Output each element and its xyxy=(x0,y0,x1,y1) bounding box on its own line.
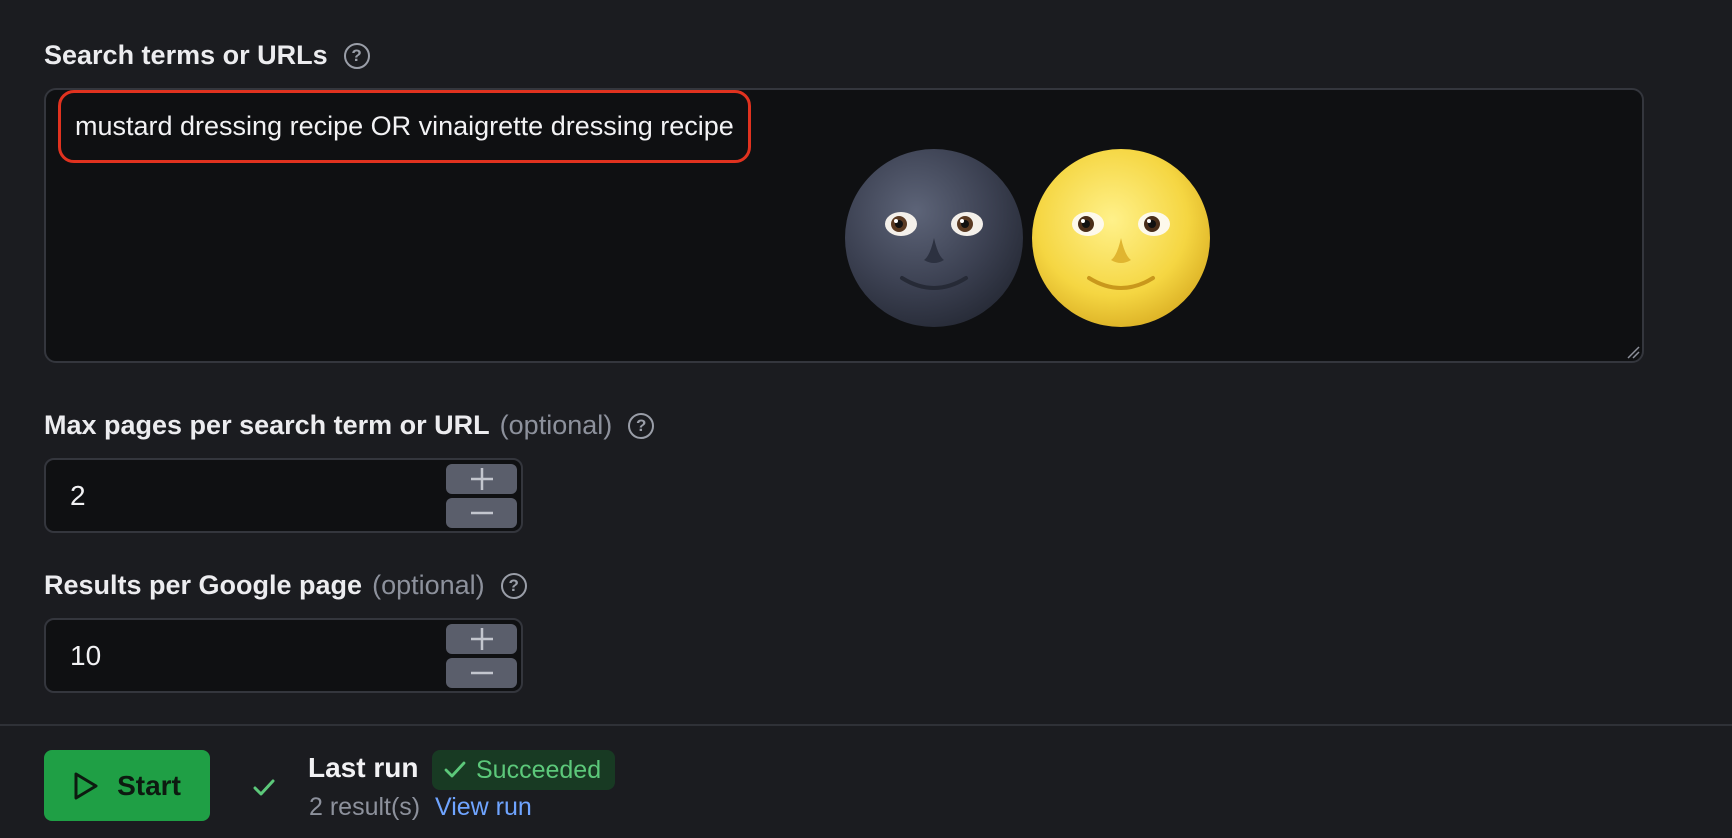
results-per-page-stepper[interactable]: 10 xyxy=(44,618,523,693)
footer-divider xyxy=(0,724,1732,726)
increment-button[interactable] xyxy=(446,624,517,654)
decrement-button[interactable] xyxy=(446,498,517,528)
minus-icon xyxy=(470,511,493,515)
results-count: 2 result(s) xyxy=(309,793,421,821)
optional-tag: (optional) xyxy=(499,410,613,440)
check-icon xyxy=(444,761,466,778)
max-pages-stepper[interactable]: 2 xyxy=(44,458,523,533)
results-per-page-value[interactable]: 10 xyxy=(70,620,101,691)
query-highlight-annotation: mustard dressing recipe OR vinaigrette d… xyxy=(58,90,751,163)
optional-tag: (optional) xyxy=(372,570,485,600)
help-icon[interactable]: ? xyxy=(500,572,527,599)
resize-handle-icon[interactable] xyxy=(1626,345,1640,359)
checkmark-icon xyxy=(253,779,275,796)
start-button[interactable]: Start xyxy=(44,750,210,821)
decrement-button[interactable] xyxy=(446,658,517,688)
max-pages-label: Max pages per search term or URL (option… xyxy=(44,410,655,441)
plus-icon xyxy=(470,468,493,490)
last-run-title: Last run xyxy=(308,752,419,783)
results-per-page-label-text: Results per Google page xyxy=(44,570,363,600)
results-per-page-label: Results per Google page (optional) ? xyxy=(44,570,527,601)
search-terms-value: mustard dressing recipe OR vinaigrette d… xyxy=(75,111,734,141)
search-terms-label-text: Search terms or URLs xyxy=(44,40,328,70)
status-text: Succeeded xyxy=(476,755,602,784)
play-icon xyxy=(74,772,98,799)
search-terms-label: Search terms or URLs ? xyxy=(44,40,370,71)
max-pages-label-text: Max pages per search term or URL xyxy=(44,410,490,440)
minus-icon xyxy=(470,671,493,675)
status-badge: Succeeded xyxy=(432,750,616,790)
new-moon-face-icon xyxy=(845,149,1023,327)
help-icon[interactable]: ? xyxy=(343,42,370,69)
actor-input-form: Search terms or URLs ? mustard dressing … xyxy=(0,0,1732,838)
view-run-link[interactable]: View run xyxy=(435,793,532,822)
max-pages-value[interactable]: 2 xyxy=(70,460,86,531)
start-button-label: Start xyxy=(117,769,181,801)
increment-button[interactable] xyxy=(446,464,517,494)
full-moon-face-icon xyxy=(1032,149,1210,327)
help-icon[interactable]: ? xyxy=(628,412,655,439)
plus-icon xyxy=(470,628,493,650)
